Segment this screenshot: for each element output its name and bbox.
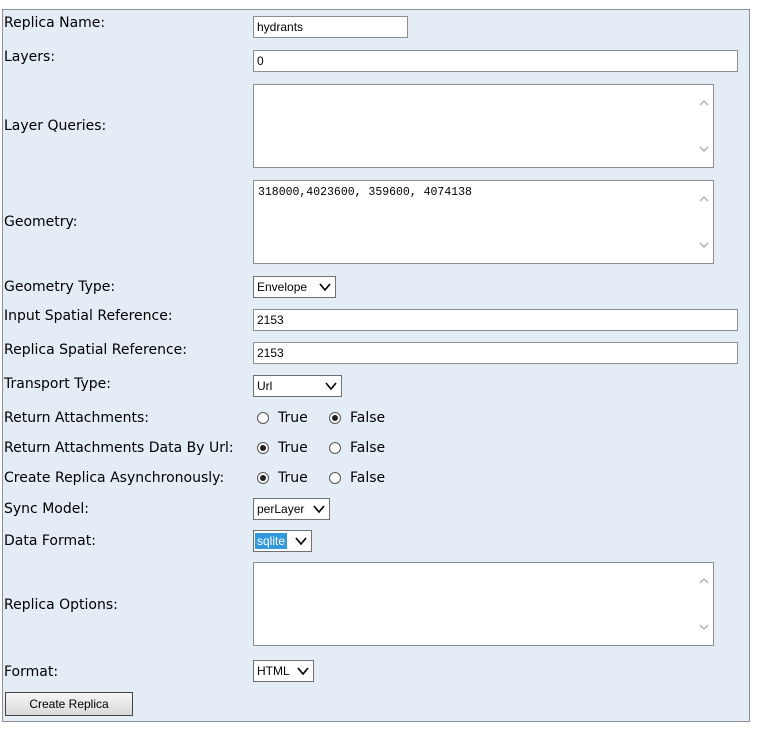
return-attachments-true-radio[interactable] (257, 412, 269, 424)
chevron-down-icon (319, 283, 331, 292)
data-format-value: sqlite (255, 533, 288, 549)
geometry-textarea[interactable]: 318000,4023600, 359600, 4074138 (253, 180, 714, 264)
replica-spatial-reference-input[interactable]: 2153 (253, 342, 738, 364)
layer-queries-textarea[interactable] (253, 84, 714, 168)
scroll-down-arrow-icon[interactable] (698, 621, 710, 633)
data-format-select[interactable]: sqlite (253, 530, 312, 552)
return-attachments-false-radio[interactable] (329, 412, 341, 424)
geometry-scrollbar[interactable] (696, 181, 713, 263)
format-label: Format: (4, 664, 59, 680)
scroll-down-arrow-icon[interactable] (698, 143, 710, 155)
scroll-down-arrow-icon[interactable] (698, 239, 710, 251)
input-spatial-reference-input[interactable]: 2153 (253, 309, 738, 331)
return-attachments-by-url-false-radio[interactable] (329, 442, 341, 454)
create-async-label: Create Replica Asynchronously: (4, 470, 225, 486)
replica-spatial-reference-label: Replica Spatial Reference: (4, 342, 187, 358)
return-attachments-label: Return Attachments: (4, 410, 149, 426)
transport-type-label: Transport Type: (4, 376, 112, 392)
geometry-type-select[interactable]: Envelope (253, 276, 336, 298)
sync-model-select[interactable]: perLayer (253, 498, 330, 520)
sync-model-value: perLayer (257, 502, 305, 516)
chevron-down-icon (313, 505, 325, 514)
create-async-true-radio[interactable] (257, 472, 269, 484)
return-attachments-by-url-false-label: False (350, 440, 386, 456)
replica-options-textarea[interactable] (253, 562, 714, 646)
scroll-up-arrow-icon[interactable] (698, 97, 710, 109)
geometry-value: 318000,4023600, 359600, 4074138 (258, 186, 472, 199)
replica-options-label: Replica Options: (4, 597, 118, 613)
sync-model-label: Sync Model: (4, 501, 89, 517)
format-select[interactable]: HTML (253, 660, 314, 682)
layers-label: Layers: (4, 49, 56, 65)
scroll-up-arrow-icon[interactable] (698, 575, 710, 587)
return-attachments-by-url-label: Return Attachments Data By Url: (4, 440, 234, 456)
layer-queries-scrollbar[interactable] (696, 85, 713, 167)
transport-type-select[interactable]: Url (253, 375, 342, 397)
create-async-false-radio[interactable] (329, 472, 341, 484)
geometry-type-value: Envelope (257, 280, 308, 294)
return-attachments-false-label: False (350, 410, 386, 426)
create-async-true-label: True (278, 470, 308, 486)
chevron-down-icon (325, 382, 337, 391)
chevron-down-icon (297, 667, 309, 676)
return-attachments-by-url-true-radio[interactable] (257, 442, 269, 454)
data-format-label: Data Format: (4, 533, 96, 549)
return-attachments-by-url-true-label: True (278, 440, 308, 456)
layers-input[interactable]: 0 (253, 50, 738, 72)
replica-name-label: Replica Name: (4, 15, 106, 31)
format-value: HTML (257, 664, 290, 678)
replica-name-input[interactable]: hydrants (253, 16, 408, 38)
geometry-type-label: Geometry Type: (4, 279, 116, 295)
scroll-up-arrow-icon[interactable] (698, 193, 710, 205)
replica-options-scrollbar[interactable] (696, 563, 713, 645)
input-spatial-reference-label: Input Spatial Reference: (4, 308, 173, 324)
chevron-down-icon (295, 537, 307, 546)
create-async-false-label: False (350, 470, 386, 486)
create-replica-button[interactable]: Create Replica (5, 692, 133, 716)
transport-type-value: Url (257, 379, 273, 393)
return-attachments-true-label: True (278, 410, 308, 426)
layer-queries-label: Layer Queries: (4, 118, 107, 134)
geometry-label: Geometry: (4, 214, 78, 230)
